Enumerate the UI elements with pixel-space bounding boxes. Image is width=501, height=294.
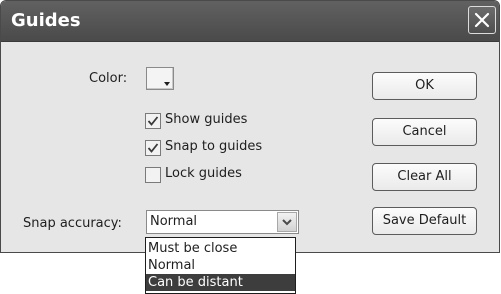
chevron-down-icon xyxy=(164,82,170,86)
dialog-title: Guides xyxy=(11,10,81,31)
snap-accuracy-label: Snap accuracy: xyxy=(23,216,122,231)
checkbox-unchecked-icon xyxy=(145,167,161,183)
close-button[interactable] xyxy=(468,6,496,34)
lock-guides-label: Lock guides xyxy=(165,166,242,181)
clear-all-button[interactable]: Clear All xyxy=(372,163,477,191)
option-must-be-close[interactable]: Must be close xyxy=(146,240,295,257)
show-guides-label: Show guides xyxy=(165,112,248,127)
title-bar[interactable]: Guides xyxy=(1,1,499,42)
snap-accuracy-dropdown-list: Must be close Normal Can be distant xyxy=(145,237,296,294)
guides-dialog: Guides Color: Show guides Snap to guides… xyxy=(0,0,500,253)
option-can-be-distant[interactable]: Can be distant xyxy=(146,274,295,291)
cancel-button[interactable]: Cancel xyxy=(372,118,477,146)
snap-accuracy-value: Normal xyxy=(150,214,198,229)
color-label: Color: xyxy=(89,71,128,86)
color-swatch[interactable] xyxy=(146,67,174,90)
save-default-button[interactable]: Save Default xyxy=(372,207,477,235)
dropdown-arrow-button[interactable] xyxy=(277,212,297,232)
ok-button[interactable]: OK xyxy=(372,72,477,100)
snap-to-guides-label: Snap to guides xyxy=(165,139,263,154)
option-normal[interactable]: Normal xyxy=(146,257,295,274)
checkbox-checked-icon xyxy=(145,140,161,156)
checkbox-checked-icon xyxy=(145,113,161,129)
snap-accuracy-select[interactable]: Normal xyxy=(146,210,299,234)
